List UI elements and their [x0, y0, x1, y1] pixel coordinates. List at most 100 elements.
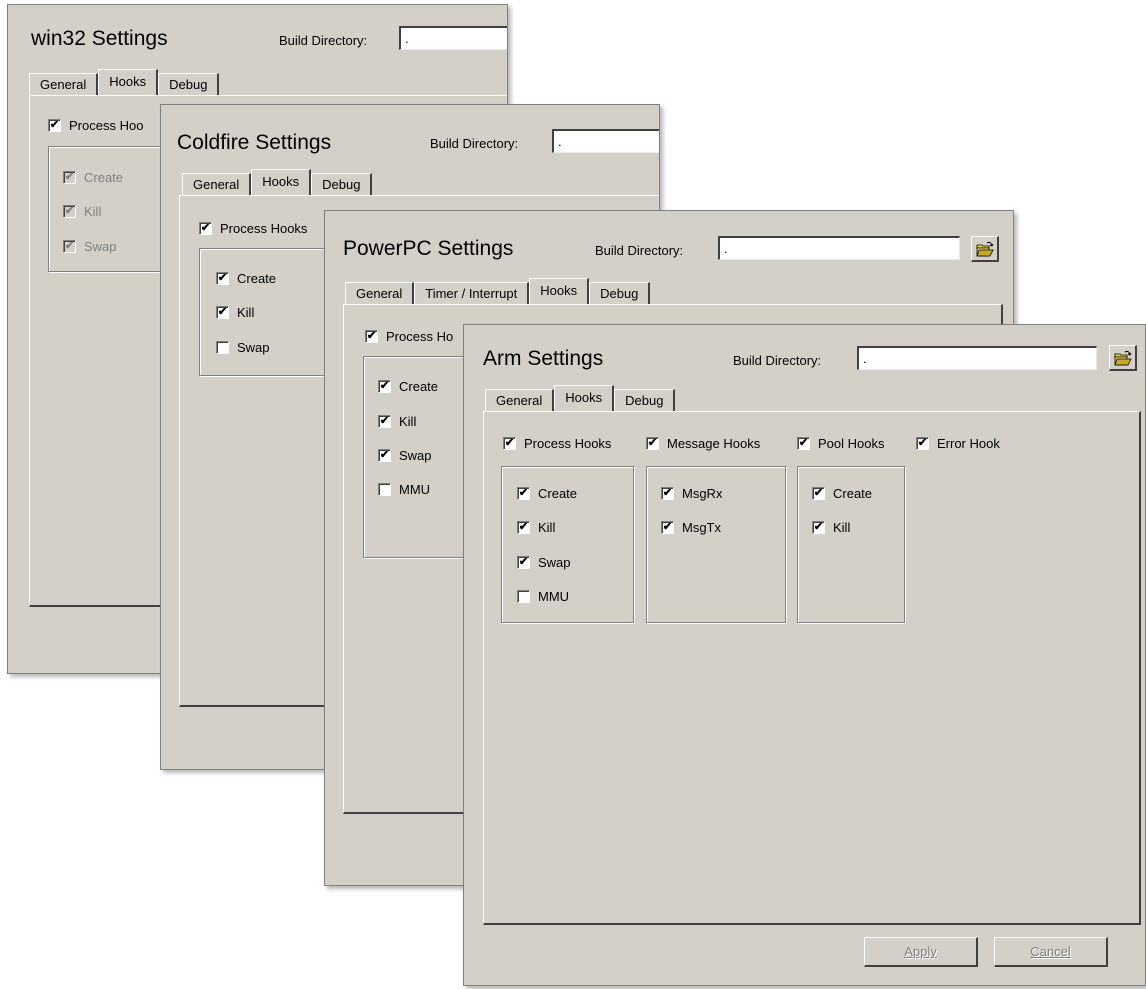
check-icon: ✔	[365, 330, 378, 343]
swap-checkbox[interactable]: ✔ Swap	[63, 239, 117, 254]
build-directory-label: Build Directory:	[595, 243, 684, 258]
check-icon: ✔	[63, 171, 76, 184]
checkbox-label: Kill	[237, 305, 255, 320]
tab-debug[interactable]: Debug	[311, 173, 373, 195]
process-hooks-checkbox[interactable]: ✔ Process Hoo	[48, 118, 143, 133]
process-hooks-checkbox[interactable]: ✔ Process Hooks	[199, 221, 307, 236]
kill-checkbox[interactable]: ✔ Kill	[378, 414, 416, 429]
check-icon: ✔	[517, 487, 530, 500]
tab-hooks[interactable]: Hooks	[98, 69, 159, 95]
apply-button[interactable]: Apply	[864, 937, 978, 967]
check-icon: ✔	[812, 521, 825, 534]
tab-bar: General Hooks Debug	[485, 385, 676, 411]
checkbox-label: Process Hooks	[524, 436, 612, 451]
check-icon: ✔	[517, 521, 530, 534]
unchecked-box	[216, 341, 229, 354]
unchecked-box	[378, 483, 391, 496]
error-hook-checkbox[interactable]: ✔ Error Hook	[916, 436, 1000, 451]
build-directory-input[interactable]	[552, 129, 659, 153]
check-icon: ✔	[517, 556, 530, 569]
msgtx-checkbox[interactable]: ✔ MsgTx	[661, 520, 721, 535]
checkbox-label: Swap	[538, 555, 571, 570]
checkbox-label: MMU	[538, 589, 570, 604]
swap-checkbox[interactable]: ✔ Swap	[517, 555, 571, 570]
apply-button-label: Apply	[904, 944, 937, 959]
open-folder-icon	[976, 241, 993, 256]
check-icon: ✔	[378, 415, 391, 428]
check-icon: ✔	[378, 380, 391, 393]
tab-bar: General Timer / Interrupt Hooks Debug	[345, 278, 651, 304]
mmu-checkbox[interactable]: MMU	[378, 482, 430, 497]
tab-general[interactable]: General	[29, 73, 99, 95]
check-icon: ✔	[216, 306, 229, 319]
swap-checkbox[interactable]: ✔ Swap	[378, 448, 432, 463]
tab-debug[interactable]: Debug	[589, 282, 651, 304]
pool-kill-checkbox[interactable]: ✔ Kill	[812, 520, 850, 535]
checkbox-label: Process Hooks	[220, 221, 308, 236]
build-directory-input[interactable]	[857, 346, 1097, 370]
msgrx-checkbox[interactable]: ✔ MsgRx	[661, 486, 722, 501]
pool-create-checkbox[interactable]: ✔ Create	[812, 486, 872, 501]
check-icon: ✔	[916, 437, 929, 450]
panel-title: PowerPC Settings	[343, 237, 514, 260]
check-icon: ✔	[661, 487, 674, 500]
tab-general[interactable]: General	[485, 389, 555, 411]
create-checkbox[interactable]: ✔ Create	[216, 271, 276, 286]
tab-debug[interactable]: Debug	[158, 73, 220, 95]
check-icon: ✔	[646, 437, 659, 450]
tab-hooks[interactable]: Hooks	[251, 169, 312, 195]
tab-bar: General Hooks Debug	[182, 169, 373, 195]
panel-title: Arm Settings	[483, 347, 604, 370]
browse-button[interactable]	[1109, 345, 1137, 371]
panel-title: Coldfire Settings	[177, 131, 332, 154]
build-directory-label: Build Directory:	[733, 353, 822, 368]
process-hooks-checkbox[interactable]: ✔ Process Ho	[365, 329, 453, 344]
create-checkbox[interactable]: ✔ Create	[517, 486, 577, 501]
checkbox-label: Swap	[237, 340, 270, 355]
tab-general[interactable]: General	[345, 282, 415, 304]
panel-title: win32 Settings	[31, 27, 168, 50]
checkbox-label: Swap	[84, 239, 117, 254]
checkbox-label: MMU	[399, 482, 431, 497]
checkbox-label: Create	[538, 486, 578, 501]
tab-timer-interrupt[interactable]: Timer / Interrupt	[414, 282, 530, 304]
tab-general[interactable]: General	[182, 173, 252, 195]
create-checkbox[interactable]: ✔ Create	[63, 170, 123, 185]
checkbox-label: Kill	[84, 204, 102, 219]
check-icon: ✔	[199, 222, 212, 235]
tab-debug[interactable]: Debug	[614, 389, 676, 411]
checkbox-label: Pool Hooks	[818, 436, 885, 451]
pool-hooks-checkbox[interactable]: ✔ Pool Hooks	[797, 436, 884, 451]
message-hooks-checkbox[interactable]: ✔ Message Hooks	[646, 436, 760, 451]
check-icon: ✔	[216, 272, 229, 285]
tab-hooks[interactable]: Hooks	[554, 385, 615, 411]
checkbox-label: Kill	[538, 520, 556, 535]
tab-bar: General Hooks Debug	[29, 69, 220, 95]
checkbox-label: Kill	[833, 520, 851, 535]
browse-button[interactable]	[971, 236, 999, 262]
unchecked-box	[517, 590, 530, 603]
build-directory-input[interactable]	[399, 26, 507, 50]
mmu-checkbox[interactable]: MMU	[517, 589, 569, 604]
checkbox-label: Create	[237, 271, 277, 286]
checkbox-label: Create	[84, 170, 124, 185]
checkbox-label: Process Hoo	[69, 118, 144, 133]
process-hooks-checkbox[interactable]: ✔ Process Hooks	[503, 436, 611, 451]
checkbox-label: Swap	[399, 448, 432, 463]
create-checkbox[interactable]: ✔ Create	[378, 379, 438, 394]
check-icon: ✔	[797, 437, 810, 450]
tab-hooks[interactable]: Hooks	[529, 278, 590, 304]
cancel-button[interactable]: Cancel	[994, 937, 1108, 967]
checkbox-label: Kill	[399, 414, 417, 429]
build-directory-input[interactable]	[718, 236, 960, 260]
kill-checkbox[interactable]: ✔ Kill	[517, 520, 555, 535]
kill-checkbox[interactable]: ✔ Kill	[63, 204, 101, 219]
checkbox-label: MsgTx	[682, 520, 721, 535]
checkbox-label: Create	[833, 486, 873, 501]
checkbox-label: Message Hooks	[667, 436, 761, 451]
check-icon: ✔	[48, 119, 61, 132]
kill-checkbox[interactable]: ✔ Kill	[216, 305, 254, 320]
check-icon: ✔	[378, 449, 391, 462]
build-directory-label: Build Directory:	[279, 33, 368, 48]
swap-checkbox[interactable]: Swap	[216, 340, 270, 355]
